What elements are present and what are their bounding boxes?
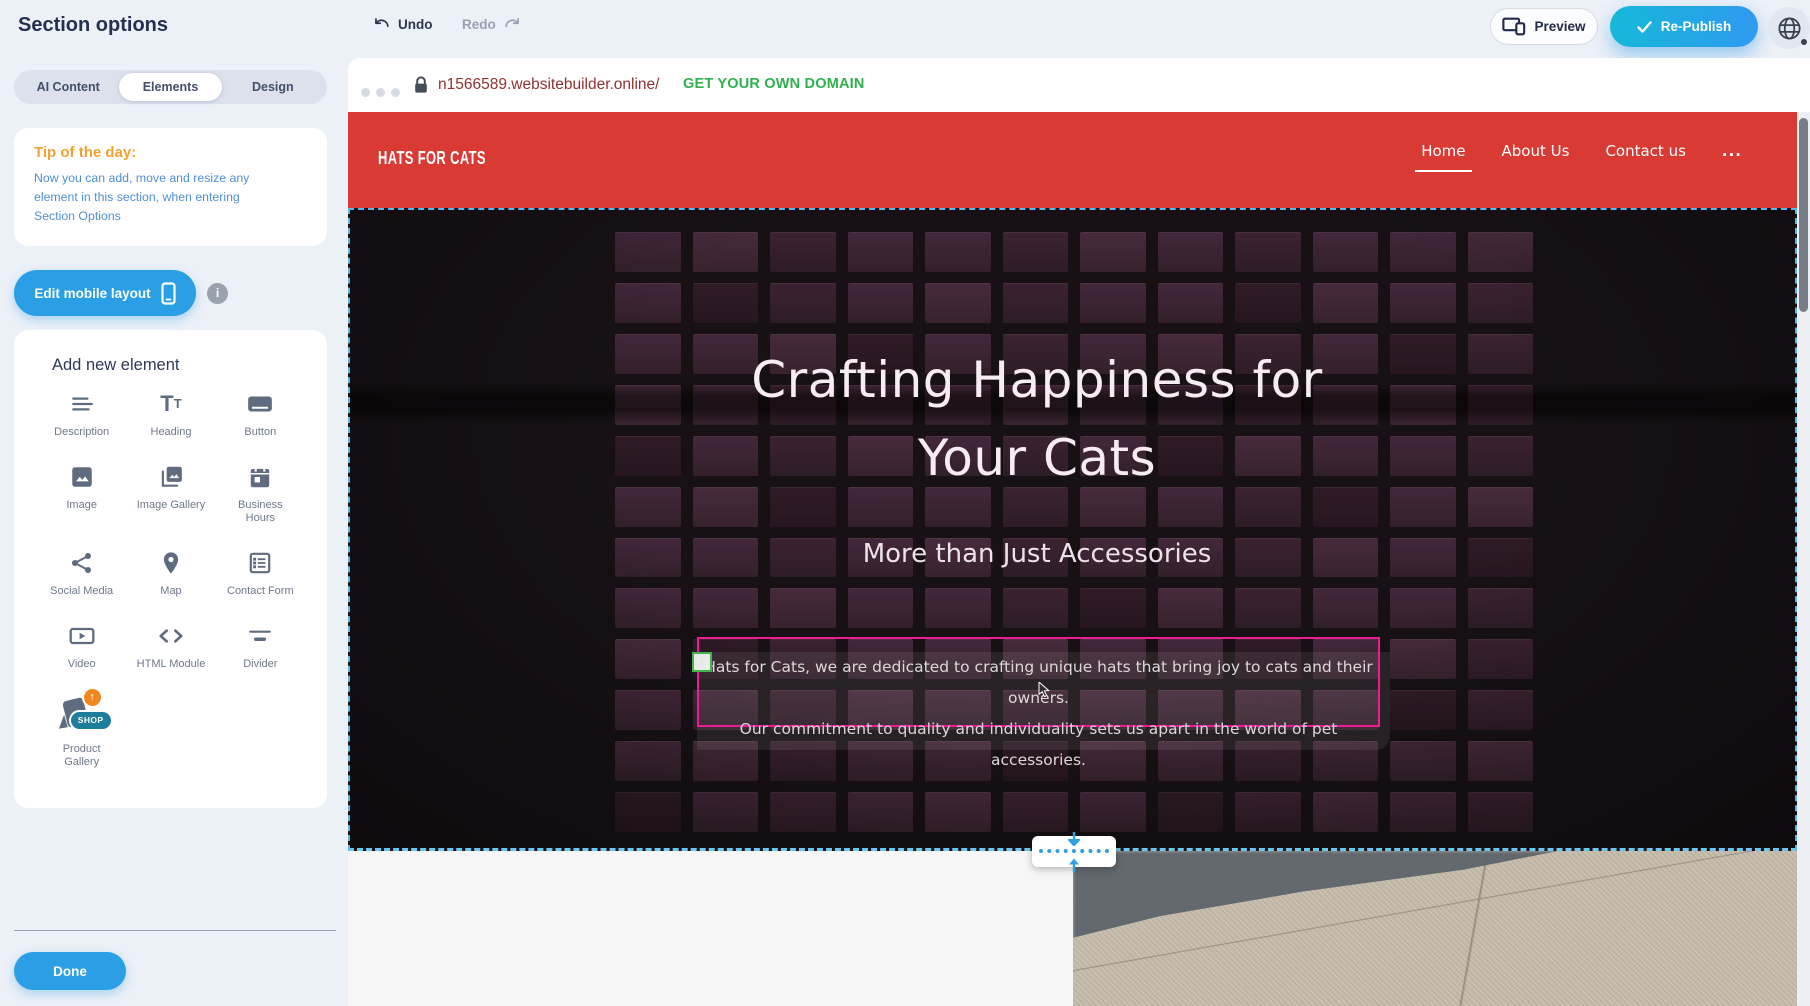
undo-button[interactable]: Undo	[372, 15, 433, 34]
republish-button[interactable]: Re-Publish	[1610, 6, 1758, 47]
check-icon	[1637, 21, 1652, 33]
browser-dot	[361, 88, 370, 97]
contact-form-icon	[247, 547, 273, 579]
upgrade-arrow-icon: ↑	[84, 689, 101, 706]
site-logo[interactable]: HATS FOR CATS	[378, 148, 486, 169]
description-icon	[69, 388, 95, 420]
nav-more-button[interactable]: ...	[1722, 142, 1742, 172]
tab-ai-content[interactable]: AI Content	[17, 73, 119, 101]
browser-dot	[376, 88, 385, 97]
element-button[interactable]: Button	[219, 388, 302, 439]
image-gallery-icon	[158, 461, 184, 493]
element-grid: Description TT Heading Button Image	[40, 388, 302, 769]
element-heading[interactable]: TT Heading	[129, 388, 212, 439]
hero-content: Crafting Happiness for Your Cats More th…	[350, 210, 1724, 569]
redo-icon	[503, 15, 522, 34]
hero-subheading[interactable]: More than Just Accessories	[350, 539, 1724, 569]
add-element-title: Add new element	[52, 356, 180, 375]
element-image-gallery[interactable]: Image Gallery	[129, 461, 212, 525]
element-html-module[interactable]: HTML Module	[129, 620, 212, 671]
browser-dot	[391, 88, 400, 97]
get-domain-link[interactable]: GET YOUR OWN DOMAIN	[683, 76, 865, 92]
tab-elements[interactable]: Elements	[119, 73, 221, 101]
add-element-card: Add new element Description TT Heading B…	[14, 330, 327, 808]
next-section-blank[interactable]	[348, 851, 1073, 1006]
site-nav: Home About Us Contact us ...	[1421, 142, 1742, 172]
element-divider[interactable]: Divider	[219, 620, 302, 671]
preview-button[interactable]: Preview	[1490, 8, 1598, 45]
hero-section-selected[interactable]: Crafting Happiness for Your Cats More th…	[348, 208, 1797, 851]
image-icon	[69, 461, 95, 493]
website-builder-app: Section options AI Content Elements Desi…	[0, 0, 1810, 1006]
nav-contact-us[interactable]: Contact us	[1605, 142, 1685, 172]
element-product-gallery[interactable]: ↑ SHOP Product Gallery	[40, 693, 123, 769]
edit-mobile-layout-button[interactable]: Edit mobile layout	[14, 270, 196, 316]
heading-icon: TT	[160, 388, 181, 420]
undo-icon	[372, 15, 391, 34]
business-hours-icon	[247, 461, 273, 493]
devices-icon	[1502, 17, 1526, 36]
phone-icon	[161, 282, 176, 305]
section-resize-handle[interactable]	[1032, 836, 1116, 867]
scrollbar-thumb[interactable]	[1799, 118, 1808, 312]
tip-card: Tip of the day: Now you can add, move an…	[14, 128, 327, 246]
product-gallery-icon: ↑ SHOP	[55, 693, 109, 737]
panel-footer-divider	[14, 930, 336, 931]
html-module-icon	[157, 620, 185, 652]
language-globe-button[interactable]	[1768, 7, 1810, 49]
element-description[interactable]: Description	[40, 388, 123, 439]
element-contact-form[interactable]: Contact Form	[219, 547, 302, 598]
map-icon	[158, 547, 184, 579]
tip-title: Tip of the day:	[34, 144, 307, 161]
element-business-hours[interactable]: Business Hours	[219, 461, 302, 525]
social-media-icon	[69, 547, 95, 579]
tab-design[interactable]: Design	[222, 73, 324, 101]
panel-tabs: AI Content Elements Design	[14, 70, 327, 104]
element-social-media[interactable]: Social Media	[40, 547, 123, 598]
button-icon	[246, 388, 274, 420]
site-header: HATS FOR CATS Home About Us Contact us .…	[348, 112, 1810, 208]
element-map[interactable]: Map	[129, 547, 212, 598]
hero-heading[interactable]: Crafting Happiness for Your Cats	[350, 341, 1724, 497]
arrow-up-icon	[1068, 858, 1080, 872]
shop-badge: SHOP	[71, 712, 111, 729]
redo-button[interactable]: Redo	[462, 15, 522, 34]
video-icon	[68, 620, 96, 652]
element-video[interactable]: Video	[40, 620, 123, 671]
mouse-cursor	[1038, 682, 1052, 698]
globe-icon	[1776, 15, 1803, 42]
nav-home[interactable]: Home	[1421, 142, 1465, 172]
element-drag-handle[interactable]	[692, 652, 712, 672]
page-title: Section options	[18, 14, 168, 37]
lock-icon	[414, 76, 428, 94]
divider-icon	[247, 620, 273, 652]
next-section-photo[interactable]	[1073, 851, 1797, 1006]
tip-body: Now you can add, move and resize any ele…	[34, 169, 282, 226]
site-url: n1566589.websitebuilder.online/	[438, 76, 659, 94]
done-button[interactable]: Done	[14, 952, 126, 990]
photo-shadow	[1073, 851, 1797, 1006]
arrow-down-icon	[1068, 832, 1080, 846]
info-icon[interactable]: i	[207, 283, 228, 304]
element-image[interactable]: Image	[40, 461, 123, 525]
nav-about-us[interactable]: About Us	[1502, 142, 1570, 172]
